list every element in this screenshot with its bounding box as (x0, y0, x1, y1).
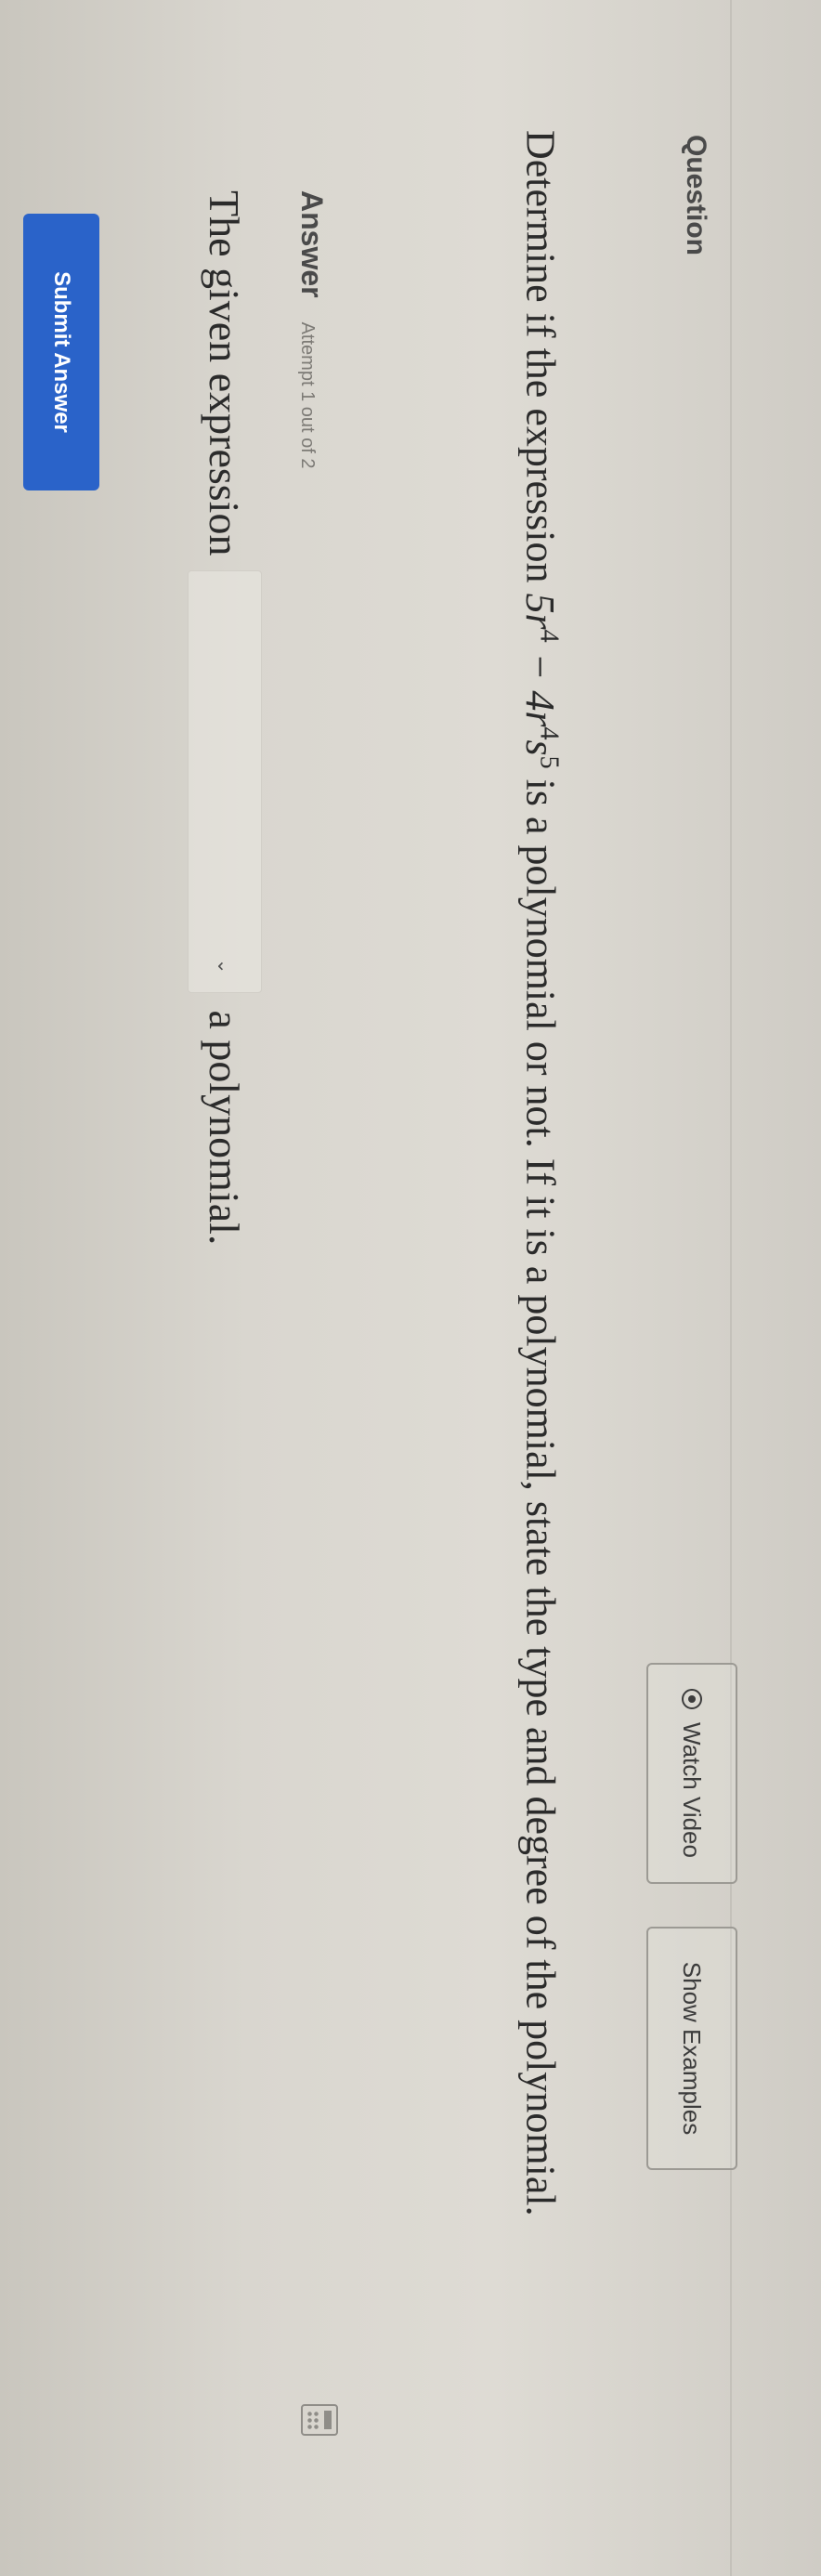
screen-frame: Question Watch Video Show Examples Deter… (0, 0, 821, 2576)
watch-video-button[interactable]: Watch Video (646, 1663, 737, 1884)
sentence-start: The given expression (201, 190, 249, 556)
question-heading: Question (681, 135, 711, 256)
chevron-down-icon: ⌄ (214, 958, 236, 974)
sentence-end: a polynomial. (201, 1010, 249, 1246)
question-text: Determine if the expression 5r4 − 4r4s5 … (507, 130, 581, 2341)
attempt-counter: Attempt 1 out of 2 (297, 321, 318, 469)
answer-sentence: The given expression ⌄ a polynomial. (188, 190, 262, 1245)
watch-video-label: Watch Video (678, 1722, 707, 1858)
show-examples-label: Show Examples (678, 1961, 707, 2136)
submit-label: Submit Answer (49, 271, 74, 433)
expr-var-s: s (517, 739, 564, 756)
expr-exponent2: 4 (535, 726, 564, 740)
math-expression: 5r4 − 4r4s5 (517, 593, 564, 769)
polynomial-select[interactable]: ⌄ (188, 570, 262, 994)
question-prefix: Determine if the expression (517, 130, 564, 594)
question-suffix: is a polynomial or not. If it is a polyn… (517, 768, 564, 2216)
answer-header: Answer Attempt 1 out of 2 (294, 190, 329, 468)
expr-term1: 5r (517, 593, 564, 630)
show-examples-button[interactable]: Show Examples (646, 1927, 737, 2170)
header-divider (730, 0, 732, 2576)
expr-exponent3: 5 (535, 755, 564, 769)
answer-label: Answer (295, 190, 329, 298)
play-circle-icon (682, 1689, 702, 1709)
calculator-icon[interactable] (301, 2404, 338, 2436)
expr-exponent1: 4 (535, 629, 564, 643)
expr-term2: − 4r (517, 642, 564, 727)
submit-answer-button[interactable]: Submit Answer (23, 214, 99, 490)
